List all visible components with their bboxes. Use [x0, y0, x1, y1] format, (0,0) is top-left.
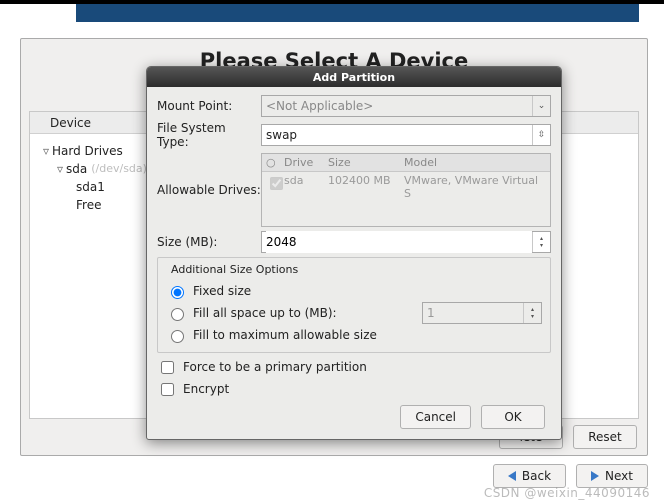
ok-button[interactable]: OK	[481, 405, 545, 429]
fs-type-value: swap	[266, 128, 532, 142]
size-label: Size (MB):	[157, 235, 261, 249]
mount-point-label: Mount Point:	[157, 99, 261, 113]
chevron-down-icon[interactable]: ⌄	[532, 96, 550, 116]
updown-icon[interactable]: ⇳	[532, 125, 550, 145]
next-button-label: Next	[605, 469, 633, 483]
fs-type-label: File System Type:	[157, 121, 261, 149]
size-input[interactable]	[266, 231, 532, 253]
fill-up-value: 1	[427, 306, 523, 320]
fill-up-label: Fill all space up to (MB):	[193, 306, 416, 320]
drive-row[interactable]: sda 102400 MB VMware, VMware Virtual S	[262, 172, 550, 202]
fill-up-radio[interactable]	[171, 308, 184, 321]
force-primary-checkbox[interactable]	[161, 361, 174, 374]
drive-row-drive: sda	[280, 172, 324, 202]
fill-max-radio[interactable]	[171, 330, 184, 343]
reset-button[interactable]: Reset	[573, 425, 637, 449]
tree-label: sda1	[76, 178, 105, 196]
allowable-drives-list[interactable]: ○ Drive Size Model sda 102400 MB VMware,…	[261, 153, 551, 227]
mount-point-value: <Not Applicable>	[266, 99, 532, 113]
tree-label: Hard Drives	[52, 142, 123, 160]
drives-head-drive: Drive	[280, 154, 324, 171]
fixed-size-label: Fixed size	[193, 284, 251, 298]
expand-icon[interactable]: ▿	[40, 142, 52, 160]
encrypt-label: Encrypt	[183, 382, 229, 396]
fs-type-combo[interactable]: swap ⇳	[261, 124, 551, 146]
encrypt-checkbox[interactable]	[161, 383, 174, 396]
mount-point-combo[interactable]: <Not Applicable> ⌄	[261, 95, 551, 117]
force-primary-label: Force to be a primary partition	[183, 360, 367, 374]
arrow-left-icon	[508, 471, 516, 481]
next-button[interactable]: Next	[576, 464, 648, 488]
spinner-buttons-icon[interactable]: ▴▾	[523, 303, 541, 323]
fill-max-label: Fill to maximum allowable size	[193, 328, 377, 342]
back-button[interactable]: Back	[493, 464, 566, 488]
spinner-buttons-icon[interactable]: ▴▾	[532, 232, 550, 252]
drives-head-check: ○	[262, 154, 280, 171]
dialog-title: Add Partition	[147, 67, 561, 87]
device-col-header: Device	[30, 116, 111, 130]
drive-row-size: 102400 MB	[324, 172, 400, 202]
additional-size-group: Additional Size Options Fixed size Fill …	[157, 257, 551, 353]
fill-up-spinner[interactable]: 1 ▴▾	[422, 302, 542, 324]
drive-row-model: VMware, VMware Virtual S	[400, 172, 550, 202]
watermark: CSDN @weixin_44090146	[484, 486, 650, 500]
tree-label: sda	[66, 160, 87, 178]
drives-head-size: Size	[324, 154, 400, 171]
size-spinner[interactable]: ▴▾	[261, 231, 551, 253]
arrow-right-icon	[591, 471, 599, 481]
drives-head-model: Model	[400, 154, 550, 171]
additional-size-legend: Additional Size Options	[168, 263, 301, 276]
allowable-drives-label: Allowable Drives:	[157, 183, 261, 197]
tree-hint: (/dev/sda)	[87, 160, 147, 178]
tree-label: Free	[76, 196, 101, 214]
fixed-size-radio[interactable]	[171, 286, 184, 299]
back-button-label: Back	[522, 469, 551, 483]
cancel-button[interactable]: Cancel	[400, 405, 471, 429]
add-partition-dialog: Add Partition Mount Point: <Not Applicab…	[146, 66, 562, 440]
expand-icon[interactable]: ▿	[54, 160, 66, 178]
